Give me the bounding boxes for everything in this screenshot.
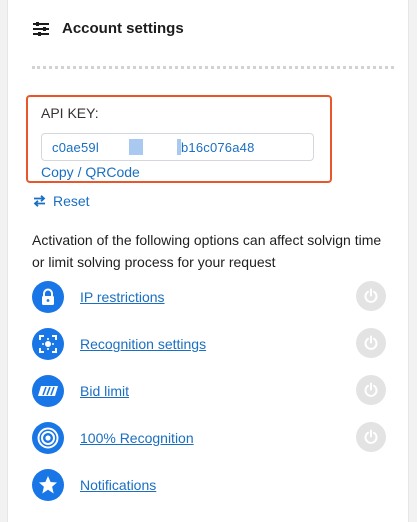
focus-icon bbox=[32, 328, 64, 360]
speed-icon bbox=[32, 375, 64, 407]
option-link[interactable]: 100% Recognition bbox=[80, 430, 194, 446]
option-link[interactable]: Bid limit bbox=[80, 383, 129, 399]
api-key-suffix: b16c076a48 bbox=[180, 139, 255, 155]
option-link[interactable]: IP restrictions bbox=[80, 289, 165, 305]
option-ip-restrictions: IP restrictions bbox=[32, 281, 392, 315]
account-settings-panel: Account settings API KEY: c0ae59l b16c07… bbox=[7, 0, 409, 522]
api-key-field[interactable]: c0ae59l b16c076a48 bbox=[41, 133, 314, 161]
redacted-block bbox=[128, 139, 143, 155]
qrcode-link[interactable]: QRCode bbox=[85, 164, 139, 180]
power-icon[interactable] bbox=[356, 375, 386, 405]
option-link[interactable]: Recognition settings bbox=[80, 336, 206, 352]
reset-label: Reset bbox=[53, 193, 90, 209]
power-icon[interactable] bbox=[356, 328, 386, 358]
page-title: Account settings bbox=[62, 20, 184, 37]
api-key-prefix: c0ae59l bbox=[52, 139, 99, 155]
reset-button[interactable]: Reset bbox=[33, 193, 90, 209]
api-key-section: API KEY: c0ae59l b16c076a48 Copy / QRCod… bbox=[26, 95, 332, 183]
panel-header: Account settings bbox=[32, 20, 184, 37]
option-100-recognition: 100% Recognition bbox=[32, 422, 392, 456]
sliders-icon bbox=[33, 21, 49, 36]
option-notifications: Notifications bbox=[32, 469, 392, 503]
power-icon[interactable] bbox=[356, 422, 386, 452]
api-key-actions: Copy / QRCode bbox=[41, 164, 140, 180]
option-link[interactable]: Notifications bbox=[80, 477, 156, 493]
target-icon bbox=[32, 422, 64, 454]
lock-icon bbox=[32, 281, 64, 313]
star-icon bbox=[32, 469, 64, 501]
option-recognition-settings: Recognition settings bbox=[32, 328, 392, 362]
options-description: Activation of the following options can … bbox=[32, 232, 382, 270]
option-bid-limit: Bid limit bbox=[32, 375, 392, 409]
dotted-divider bbox=[32, 66, 394, 69]
copy-link[interactable]: Copy bbox=[41, 164, 74, 180]
power-icon[interactable] bbox=[356, 281, 386, 311]
swap-arrows-icon bbox=[33, 195, 46, 207]
link-separator: / bbox=[73, 164, 86, 180]
api-key-label: API KEY: bbox=[41, 105, 99, 121]
